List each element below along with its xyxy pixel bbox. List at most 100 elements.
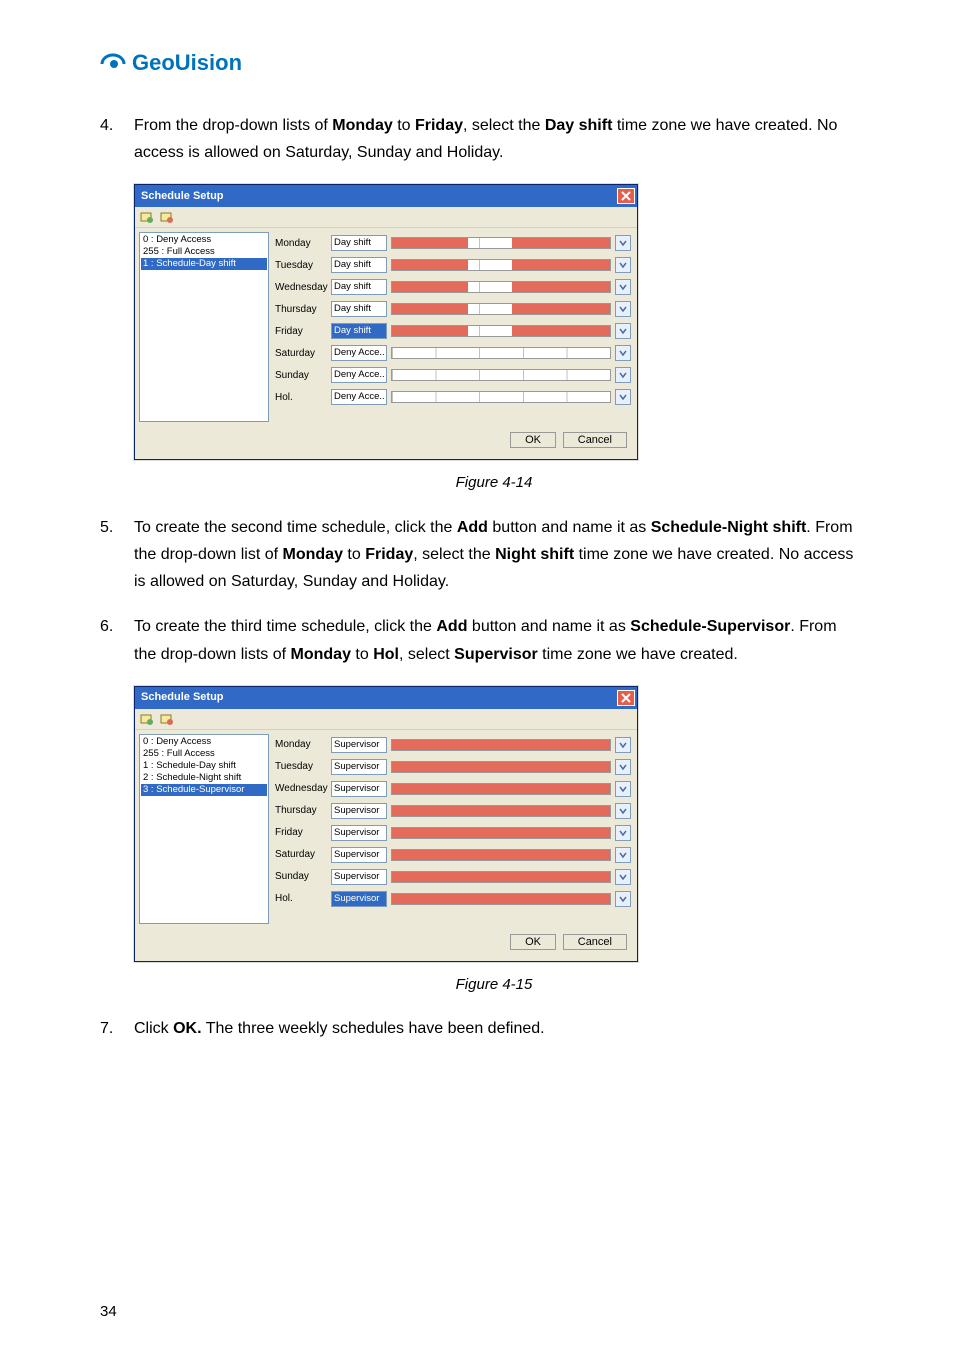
dropdown-button[interactable] [615, 257, 631, 273]
figure-caption: Figure 4-14 [134, 470, 854, 496]
list-item[interactable]: 1 : Schedule-Day shift [141, 760, 267, 772]
day-label: Wednesday [275, 780, 331, 797]
day-label: Monday [275, 736, 331, 753]
timezone-select[interactable]: Supervisor [331, 759, 387, 775]
list-item[interactable]: 255 : Full Access [141, 748, 267, 760]
dropdown-button[interactable] [615, 301, 631, 317]
ok-button[interactable]: OK [510, 432, 556, 448]
dropdown-button[interactable] [615, 323, 631, 339]
delete-icon[interactable] [159, 209, 175, 225]
day-label: Tuesday [275, 758, 331, 775]
dropdown-button[interactable] [615, 781, 631, 797]
timeline-bar [391, 761, 611, 773]
day-row: MondaySupervisor [275, 734, 631, 756]
timezone-select[interactable]: Supervisor [331, 781, 387, 797]
chevron-down-icon [619, 327, 627, 335]
timezone-select[interactable]: Day shift [331, 279, 387, 295]
schedule-list[interactable]: 0 : Deny Access255 : Full Access1 : Sche… [139, 734, 269, 924]
schedule-list[interactable]: 0 : Deny Access255 : Full Access1 : Sche… [139, 232, 269, 422]
chevron-down-icon [619, 763, 627, 771]
day-label: Sunday [275, 868, 331, 885]
list-item[interactable]: 0 : Deny Access [141, 736, 267, 748]
day-label: Friday [275, 323, 331, 340]
dropdown-button[interactable] [615, 891, 631, 907]
timeline-bar [391, 783, 611, 795]
timezone-select[interactable]: Supervisor [331, 737, 387, 753]
close-icon [621, 191, 631, 201]
timeline-bar [391, 303, 611, 315]
day-label: Monday [275, 235, 331, 252]
dropdown-button[interactable] [615, 345, 631, 361]
step-5: 5. To create the second time schedule, c… [100, 514, 854, 596]
dropdown-button[interactable] [615, 847, 631, 863]
dropdown-button[interactable] [615, 825, 631, 841]
timezone-select[interactable]: Day shift [331, 235, 387, 251]
list-item[interactable]: 3 : Schedule-Supervisor [141, 784, 267, 796]
timezone-select[interactable]: Deny Acce.. [331, 367, 387, 383]
chevron-down-icon [619, 393, 627, 401]
timeline-bar [391, 369, 611, 381]
timezone-select[interactable]: Supervisor [331, 825, 387, 841]
ok-button[interactable]: OK [510, 934, 556, 950]
day-label: Hol. [275, 389, 331, 406]
timezone-select[interactable]: Deny Acce.. [331, 389, 387, 405]
timeline-bar [391, 871, 611, 883]
day-row: SaturdayDeny Acce.. [275, 342, 631, 364]
add-icon[interactable] [139, 209, 155, 225]
list-item[interactable]: 0 : Deny Access [141, 234, 267, 246]
step-number: 4. [100, 112, 134, 166]
day-label: Friday [275, 824, 331, 841]
titlebar: Schedule Setup [135, 687, 637, 709]
dropdown-button[interactable] [615, 279, 631, 295]
dropdown-button[interactable] [615, 235, 631, 251]
dropdown-button[interactable] [615, 803, 631, 819]
day-label: Sunday [275, 367, 331, 384]
day-row: SaturdaySupervisor [275, 844, 631, 866]
dropdown-button[interactable] [615, 869, 631, 885]
timezone-select[interactable]: Deny Acce.. [331, 345, 387, 361]
close-button[interactable] [617, 188, 635, 204]
chevron-down-icon [619, 305, 627, 313]
chevron-down-icon [619, 807, 627, 815]
day-rows: MondaySupervisorTuesdaySupervisorWednesd… [273, 730, 637, 928]
add-icon[interactable] [139, 711, 155, 727]
timezone-select[interactable]: Day shift [331, 301, 387, 317]
dropdown-button[interactable] [615, 367, 631, 383]
timezone-select[interactable]: Supervisor [331, 869, 387, 885]
chevron-down-icon [619, 741, 627, 749]
cancel-button[interactable]: Cancel [563, 934, 627, 950]
day-row: FridaySupervisor [275, 822, 631, 844]
day-row: TuesdaySupervisor [275, 756, 631, 778]
list-item[interactable]: 2 : Schedule-Night shift [141, 772, 267, 784]
timezone-select[interactable]: Day shift [331, 323, 387, 339]
step-body: From the drop-down lists of Monday to Fr… [134, 112, 854, 166]
dropdown-button[interactable] [615, 759, 631, 775]
timezone-select[interactable]: Day shift [331, 257, 387, 273]
logo-eye-icon [100, 50, 126, 76]
timezone-select[interactable]: Supervisor [331, 803, 387, 819]
day-row: Hol.Supervisor [275, 888, 631, 910]
timeline-bar [391, 849, 611, 861]
chevron-down-icon [619, 785, 627, 793]
delete-icon[interactable] [159, 711, 175, 727]
logo-text: GeoUision [132, 50, 242, 76]
close-button[interactable] [617, 690, 635, 706]
dropdown-button[interactable] [615, 389, 631, 405]
day-row: WednesdayDay shift [275, 276, 631, 298]
figure-caption: Figure 4-15 [134, 972, 854, 998]
day-row: Hol.Deny Acce.. [275, 386, 631, 408]
cancel-button[interactable]: Cancel [563, 432, 627, 448]
step-number: 6. [100, 613, 134, 667]
chevron-down-icon [619, 283, 627, 291]
day-row: FridayDay shift [275, 320, 631, 342]
timeline-bar [391, 347, 611, 359]
close-icon [621, 693, 631, 703]
day-row: SundaySupervisor [275, 866, 631, 888]
brand-logo: GeoUision [100, 50, 854, 76]
list-item[interactable]: 255 : Full Access [141, 246, 267, 258]
timezone-select[interactable]: Supervisor [331, 891, 387, 907]
chevron-down-icon [619, 239, 627, 247]
dropdown-button[interactable] [615, 737, 631, 753]
timezone-select[interactable]: Supervisor [331, 847, 387, 863]
list-item[interactable]: 1 : Schedule-Day shift [141, 258, 267, 270]
